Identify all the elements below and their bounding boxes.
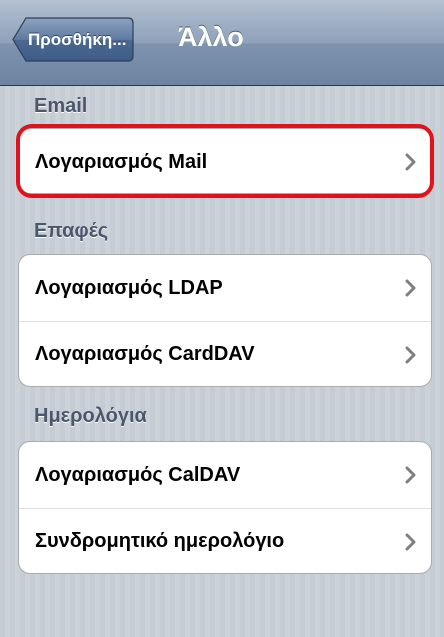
- chevron-right-icon: [405, 533, 416, 550]
- row-caldav-account[interactable]: Λογαριασμός CalDAV: [19, 442, 431, 508]
- section-header-email: Email: [34, 95, 88, 117]
- group-email: Λογαριασμός Mail: [18, 128, 432, 194]
- row-ldap-account[interactable]: Λογαριασμός LDAP: [19, 255, 431, 321]
- row-carddav-account[interactable]: Λογαριασμός CardDAV: [19, 321, 431, 386]
- row-label: Λογαριασμός CardDAV: [35, 343, 255, 365]
- back-button[interactable]: Προσθήκη...: [12, 17, 134, 62]
- back-button-label: Προσθήκη...: [28, 29, 127, 49]
- chevron-right-icon: [405, 153, 416, 171]
- chevron-right-icon: [405, 279, 416, 297]
- group-contacts: Λογαριασμός LDAP Λογαριασμός CardDAV: [18, 254, 432, 387]
- section-header-contacts: Επαφές: [34, 220, 109, 242]
- chevron-right-icon: [405, 346, 416, 363]
- row-label: Λογαριασμός LDAP: [35, 276, 223, 299]
- section-header-calendars: Ημερολόγια: [34, 405, 147, 427]
- row-label: Λογαριασμός CalDAV: [35, 463, 241, 486]
- navigation-bar: Προσθήκη... Άλλο: [0, 0, 444, 86]
- row-subscribed-calendar[interactable]: Συνδρομητικό ημερολόγιο: [19, 508, 431, 573]
- group-calendars: Λογαριασμός CalDAV Συνδρομητικό ημερολόγ…: [18, 441, 432, 574]
- chevron-right-icon: [405, 466, 416, 484]
- row-label: Λογαριασμός Mail: [35, 150, 208, 173]
- page-title: Άλλο: [178, 22, 244, 52]
- row-label: Συνδρομητικό ημερολόγιο: [35, 530, 285, 552]
- settings-screen: Προσθήκη... Άλλο Email Λογαριασμός Mail …: [0, 0, 444, 637]
- row-mail-account[interactable]: Λογαριασμός Mail: [19, 129, 431, 193]
